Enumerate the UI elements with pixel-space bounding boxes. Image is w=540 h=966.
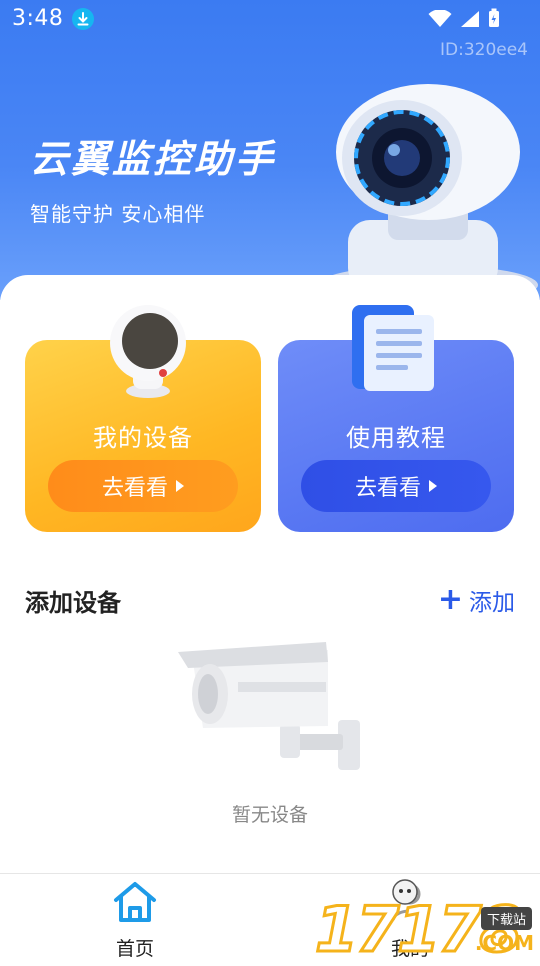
user-icon	[391, 883, 429, 921]
empty-camera-illustration	[178, 642, 360, 770]
wifi-icon	[428, 8, 452, 34]
bottom-tab-bar: 首页 我的	[0, 873, 540, 961]
plus-icon: +	[437, 582, 463, 617]
hero-banner: 3:48 ID:320ee4 云翼监控助手 智能守护 安心相伴	[0, 0, 540, 300]
app-subtitle: 智能守护 安心相伴	[30, 202, 206, 226]
card-title: 我的设备	[93, 424, 193, 452]
tab-label: 我的	[390, 938, 429, 960]
card-title: 使用教程	[346, 424, 446, 452]
app-title: 云翼监控助手	[30, 137, 277, 181]
tab-home[interactable]: 首页	[75, 880, 195, 961]
status-bar: 3:48	[0, 0, 540, 40]
add-device-button[interactable]: + 添加	[438, 583, 515, 617]
tab-mine[interactable]: 我的	[350, 880, 470, 961]
go-see-button[interactable]: 去看看	[301, 460, 491, 512]
main-content: 我的设备 去看看 使用教程 去看看 添加设备 + 添加 暂无设备	[0, 275, 540, 875]
robot-camera-illustration	[318, 84, 538, 290]
sensor-device-icon	[110, 305, 186, 398]
add-label: 添加	[469, 590, 515, 616]
battery-icon	[488, 8, 500, 34]
empty-state-text: 暂无设备	[231, 804, 308, 826]
button-label: 去看看	[101, 476, 168, 501]
cell-signal-icon	[460, 9, 480, 34]
add-device-section-title: 添加设备	[25, 589, 121, 617]
button-label: 去看看	[354, 476, 421, 501]
play-arrow-icon	[176, 480, 184, 492]
tab-label: 首页	[115, 938, 154, 960]
document-icon	[352, 305, 434, 391]
go-see-button[interactable]: 去看看	[48, 460, 238, 512]
download-icon	[72, 8, 94, 30]
device-id-label: ID:320ee4	[439, 40, 528, 60]
status-time: 3:48	[12, 6, 64, 31]
home-icon	[114, 882, 156, 922]
play-arrow-icon	[429, 480, 437, 492]
